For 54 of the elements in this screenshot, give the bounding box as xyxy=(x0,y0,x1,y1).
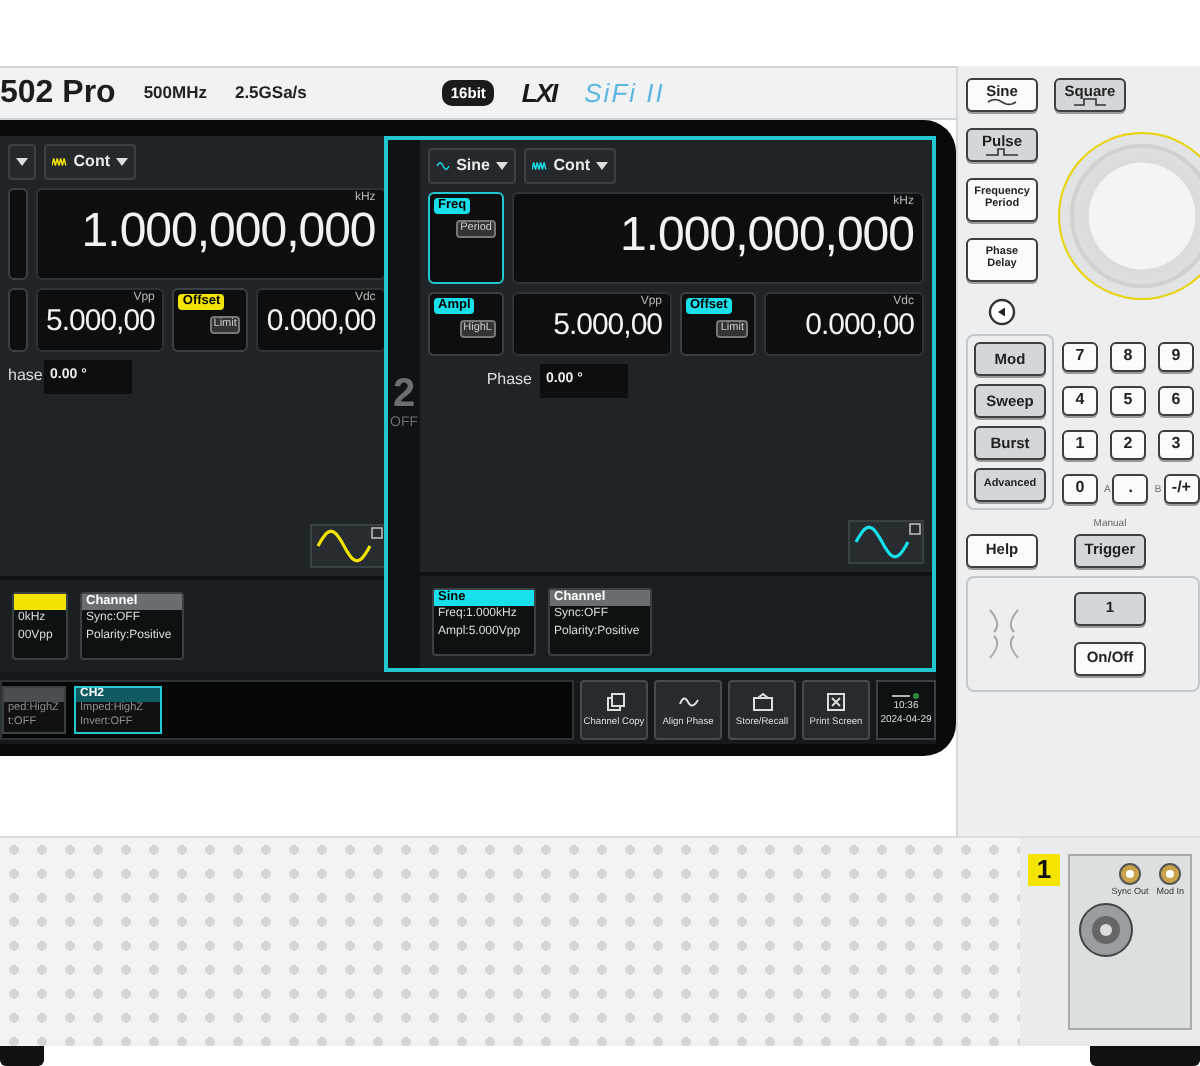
parameter-value: 1.000,000,000 xyxy=(81,206,376,260)
dropdown-stub[interactable] xyxy=(8,144,36,180)
number-key[interactable]: 6 xyxy=(1158,386,1194,416)
parameter-value: 5.000,00 xyxy=(46,306,155,340)
number-key[interactable]: 8 xyxy=(1110,342,1146,372)
waveform-preview-icon[interactable] xyxy=(848,520,924,565)
logo-text: LXI xyxy=(521,75,557,112)
print-icon xyxy=(825,691,847,711)
bnc-connector-icon xyxy=(1076,899,1136,960)
sine-wave-icon xyxy=(986,98,1018,107)
caret-icon xyxy=(116,158,128,166)
number-key[interactable]: 5 xyxy=(1110,386,1146,416)
device-foot xyxy=(0,1046,44,1066)
parameter-value: 5.000,00 xyxy=(553,310,662,344)
channel-badge: 1 xyxy=(1028,854,1060,886)
channel-number: 2 xyxy=(392,373,416,414)
number-key[interactable]: 3 xyxy=(1158,430,1194,460)
pulse-train-icon xyxy=(52,156,68,168)
logo-text: SiFi II xyxy=(584,75,665,112)
run-mode-dropdown[interactable]: Cont xyxy=(44,144,136,180)
caret-icon xyxy=(496,162,508,170)
spec-text: 500MHz xyxy=(143,80,207,106)
model-name: 502 Pro xyxy=(0,73,116,113)
card-header-bar xyxy=(14,594,66,611)
parameter-value: 0.000,00 xyxy=(805,310,914,344)
copy-icon xyxy=(603,691,625,711)
connector-icon xyxy=(1117,862,1142,886)
sine-icon xyxy=(436,158,451,174)
caret-icon xyxy=(596,162,608,170)
caret-icon xyxy=(16,158,28,166)
pulse-train-icon xyxy=(532,160,548,172)
card-header-bar xyxy=(4,688,64,703)
parameter-value: 1.000,000,000 xyxy=(620,210,914,264)
number-key[interactable]: 2 xyxy=(1110,430,1146,460)
waveform-dropdown[interactable]: Sine xyxy=(428,148,516,184)
align-icon xyxy=(677,691,699,711)
spec-text: 2.5GSa/s xyxy=(234,80,307,106)
number-key[interactable]: 1 xyxy=(1062,430,1098,460)
square-wave-icon xyxy=(1074,98,1106,107)
run-mode-dropdown[interactable]: Cont xyxy=(524,148,616,184)
waveform-preview-icon[interactable] xyxy=(309,524,386,569)
number-key[interactable]: 4 xyxy=(1062,386,1098,416)
number-key[interactable]: 9 xyxy=(1158,342,1194,372)
pulse-wave-icon xyxy=(986,148,1018,157)
store-icon xyxy=(751,691,773,711)
device-foot xyxy=(1090,1046,1200,1066)
number-key[interactable]: 7 xyxy=(1062,342,1098,372)
usb-icon xyxy=(892,691,920,700)
number-key[interactable]: . xyxy=(1112,474,1149,504)
phase-label: Phase xyxy=(484,368,532,393)
number-key[interactable]: 0 xyxy=(1062,474,1098,504)
number-key[interactable]: -/+ xyxy=(1163,474,1200,504)
connector-icon xyxy=(1158,862,1183,886)
parameter-value: 0.000,00 xyxy=(266,306,376,340)
